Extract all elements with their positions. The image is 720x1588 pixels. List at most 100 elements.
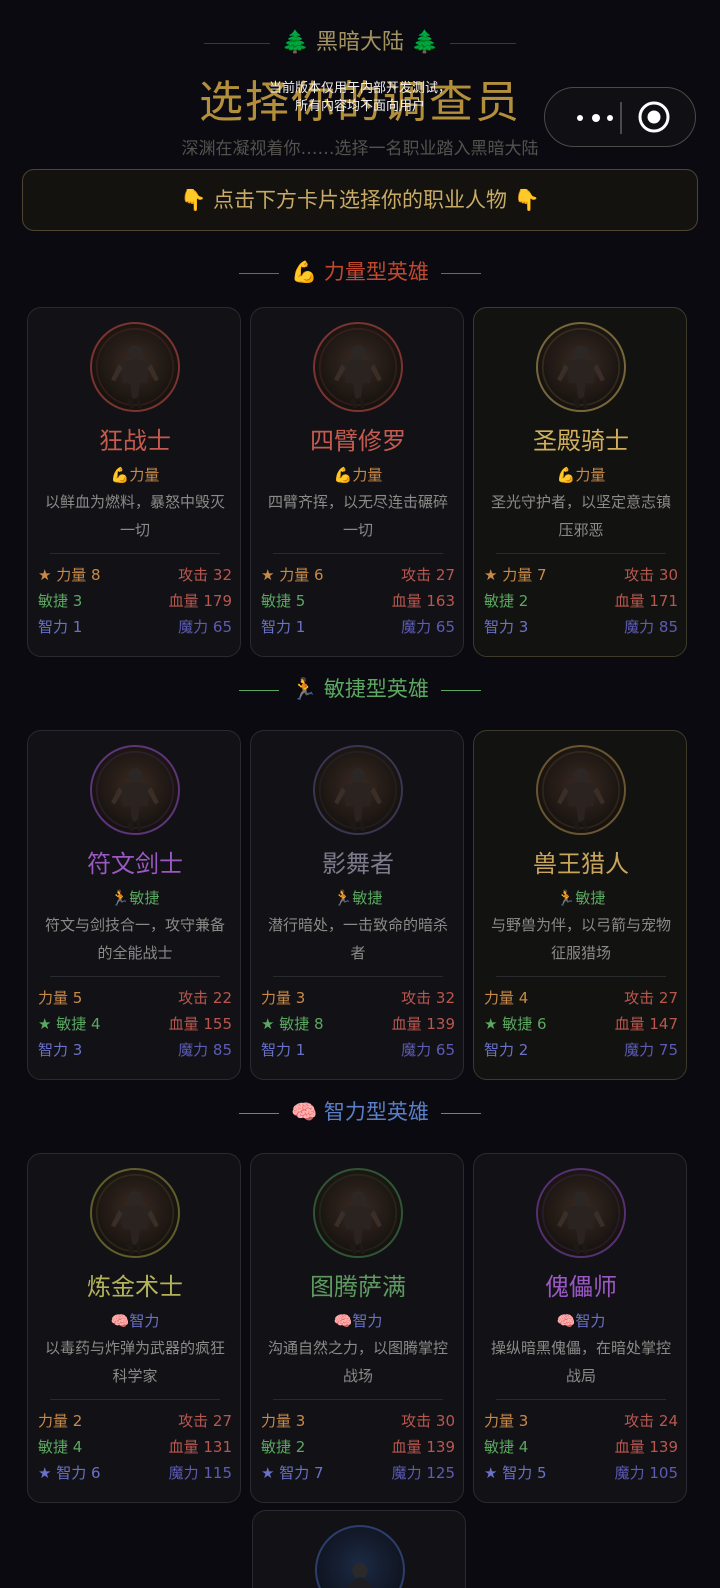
hero-card[interactable]: 四臂修罗 💪力量 四臂齐挥，以无尽连击碾碎一切 ★ 力量 6 攻击 27 敏捷 … bbox=[250, 307, 464, 657]
world-label: 🌲 黑暗大陆 🌲 bbox=[0, 24, 720, 56]
stat-row-agility: 敏捷 3 血量 179 bbox=[38, 590, 232, 614]
hero-avatar bbox=[536, 745, 626, 835]
stat-intellect: 智力 3 bbox=[38, 1041, 83, 1059]
card-divider bbox=[273, 1399, 443, 1400]
hero-type-badge: 💪力量 bbox=[110, 466, 160, 484]
hero-figure-icon bbox=[315, 750, 401, 833]
hero-card[interactable]: 符文剑士 🏃敏捷 符文与剑技合一，攻守兼备的全能战士 力量 5 攻击 22 ★ … bbox=[27, 730, 241, 1080]
stat-row-intellect: ★ 智力 6 魔力 115 bbox=[38, 1462, 232, 1486]
hero-card[interactable]: 圣殿骑士 💪力量 圣光守护者，以坚定意志镇压邪恶 ★ 力量 7 攻击 30 敏捷… bbox=[473, 307, 687, 657]
hero-name: 兽王猎人 bbox=[533, 850, 629, 878]
stat-mana: 魔力 85 bbox=[178, 1041, 232, 1059]
hero-card-partial[interactable] bbox=[252, 1510, 466, 1588]
stat-intellect: ★ 智力 6 bbox=[38, 1464, 101, 1482]
section-header: 💪 力量型英雄 bbox=[0, 257, 720, 287]
hero-description: 符文与剑技合一，攻守兼备的全能战士 bbox=[44, 916, 225, 962]
stat-intellect: ★ 智力 7 bbox=[261, 1464, 324, 1482]
hero-card[interactable]: 傀儡师 🧠智力 操纵暗黑傀儡，在暗处掌控战局 力量 3 攻击 24 敏捷 4 血… bbox=[473, 1153, 687, 1503]
stat-agility: 敏捷 4 bbox=[38, 1438, 83, 1456]
stat-mana: 魔力 65 bbox=[178, 618, 232, 636]
hero-avatar bbox=[90, 1168, 180, 1258]
stat-row-agility: 敏捷 4 血量 139 bbox=[484, 1436, 678, 1460]
stat-row-strength: 力量 3 攻击 30 bbox=[261, 1410, 455, 1434]
stat-row-agility: ★ 敏捷 6 血量 147 bbox=[484, 1013, 678, 1037]
stat-hp: 血量 147 bbox=[614, 1015, 678, 1033]
stat-agility: ★ 敏捷 4 bbox=[38, 1015, 101, 1033]
miniprogram-capsule bbox=[544, 87, 696, 147]
stat-agility: ★ 敏捷 8 bbox=[261, 1015, 324, 1033]
hero-card[interactable]: 狂战士 💪力量 以鲜血为燃料，暴怒中毁灭一切 ★ 力量 8 攻击 32 敏捷 3… bbox=[27, 307, 241, 657]
stat-row-strength: 力量 4 攻击 27 bbox=[484, 987, 678, 1011]
section-title: 🧠 智力型英雄 bbox=[291, 1100, 429, 1124]
stat-agility: 敏捷 2 bbox=[261, 1438, 306, 1456]
hero-type-badge: 💪力量 bbox=[556, 466, 606, 484]
hero-type-badge: 🏃敏捷 bbox=[556, 889, 606, 907]
stat-attack: 攻击 32 bbox=[401, 989, 455, 1007]
stat-strength: ★ 力量 6 bbox=[261, 566, 324, 584]
stat-hp: 血量 179 bbox=[168, 592, 232, 610]
card-divider bbox=[50, 553, 220, 554]
stat-strength: 力量 3 bbox=[261, 989, 306, 1007]
hero-type-badge: 🧠智力 bbox=[556, 1312, 606, 1330]
section-title: 🏃 敏捷型英雄 bbox=[291, 677, 429, 701]
hero-avatar bbox=[313, 1168, 403, 1258]
hero-description: 与野兽为伴，以弓箭与宠物征服猎场 bbox=[490, 916, 671, 962]
stat-hp: 血量 171 bbox=[614, 592, 678, 610]
card-divider bbox=[273, 976, 443, 977]
stat-strength: 力量 5 bbox=[38, 989, 83, 1007]
stat-agility: ★ 敏捷 6 bbox=[484, 1015, 547, 1033]
hero-type-badge: 🧠智力 bbox=[110, 1312, 160, 1330]
dev-notice: 当前版本仅用于内部开发测试， 所有内容均不面向用户 bbox=[230, 80, 490, 116]
hero-figure-icon bbox=[92, 327, 178, 410]
stat-strength: ★ 力量 8 bbox=[38, 566, 101, 584]
hero-avatar bbox=[536, 322, 626, 412]
hero-card[interactable]: 兽王猎人 🏃敏捷 与野兽为伴，以弓箭与宠物征服猎场 力量 4 攻击 27 ★ 敏… bbox=[473, 730, 687, 1080]
capsule-divider bbox=[620, 102, 622, 134]
stat-row-agility: ★ 敏捷 8 血量 139 bbox=[261, 1013, 455, 1037]
stat-intellect: 智力 1 bbox=[38, 618, 83, 636]
stat-mana: 魔力 115 bbox=[168, 1464, 232, 1482]
section-divider bbox=[239, 1112, 280, 1114]
stat-hp: 血量 155 bbox=[168, 1015, 232, 1033]
card-divider bbox=[50, 976, 220, 977]
stat-attack: 攻击 27 bbox=[624, 989, 678, 1007]
selection-hint: 👇 点击下方卡片选择你的职业人物 👇 bbox=[22, 169, 698, 231]
stat-attack: 攻击 32 bbox=[178, 566, 232, 584]
stat-mana: 魔力 105 bbox=[614, 1464, 678, 1482]
stat-row-intellect: 智力 1 魔力 65 bbox=[261, 1039, 455, 1063]
header-divider bbox=[450, 42, 517, 44]
more-menu-icon[interactable] bbox=[577, 114, 617, 122]
stat-mana: 魔力 85 bbox=[624, 618, 678, 636]
stat-intellect: 智力 2 bbox=[484, 1041, 529, 1059]
stat-strength: 力量 4 bbox=[484, 989, 529, 1007]
hero-avatar bbox=[536, 1168, 626, 1258]
header-divider bbox=[203, 42, 270, 44]
hero-figure-icon bbox=[315, 1173, 401, 1256]
section-divider bbox=[440, 272, 481, 274]
stat-row-intellect: 智力 1 魔力 65 bbox=[261, 616, 455, 640]
stat-strength: 力量 3 bbox=[484, 1412, 529, 1430]
hero-name: 图腾萨满 bbox=[310, 1273, 406, 1301]
stat-strength: 力量 3 bbox=[261, 1412, 306, 1430]
section-header: 🏃 敏捷型英雄 bbox=[0, 674, 720, 704]
dev-notice-line-1: 当前版本仅用于内部开发测试， bbox=[268, 81, 451, 96]
stat-mana: 魔力 125 bbox=[391, 1464, 455, 1482]
card-divider bbox=[50, 1399, 220, 1400]
hero-description: 操纵暗黑傀儡，在暗处掌控战局 bbox=[490, 1339, 671, 1385]
hero-type-badge: 💪力量 bbox=[333, 466, 383, 484]
hero-card[interactable]: 炼金术士 🧠智力 以毒药与炸弹为武器的疯狂科学家 力量 2 攻击 27 敏捷 4… bbox=[27, 1153, 241, 1503]
hero-figure-icon bbox=[538, 750, 624, 833]
hero-card[interactable]: 图腾萨满 🧠智力 沟通自然之力，以图腾掌控战场 力量 3 攻击 30 敏捷 2 … bbox=[250, 1153, 464, 1503]
hero-type-badge: 🧠智力 bbox=[333, 1312, 383, 1330]
hero-card[interactable]: 影舞者 🏃敏捷 潜行暗处，一击致命的暗杀者 力量 3 攻击 32 ★ 敏捷 8 … bbox=[250, 730, 464, 1080]
hero-avatar bbox=[313, 322, 403, 412]
stat-attack: 攻击 22 bbox=[178, 989, 232, 1007]
close-miniprogram-icon[interactable] bbox=[637, 100, 671, 134]
stat-row-strength: ★ 力量 7 攻击 30 bbox=[484, 564, 678, 588]
section-title: 💪 力量型英雄 bbox=[291, 260, 429, 284]
stat-row-agility: 敏捷 4 血量 131 bbox=[38, 1436, 232, 1460]
hero-name: 四臂修罗 bbox=[310, 427, 406, 455]
world-label-text: 🌲 黑暗大陆 🌲 bbox=[281, 30, 439, 55]
stat-agility: 敏捷 4 bbox=[484, 1438, 529, 1456]
stat-intellect: ★ 智力 5 bbox=[484, 1464, 547, 1482]
